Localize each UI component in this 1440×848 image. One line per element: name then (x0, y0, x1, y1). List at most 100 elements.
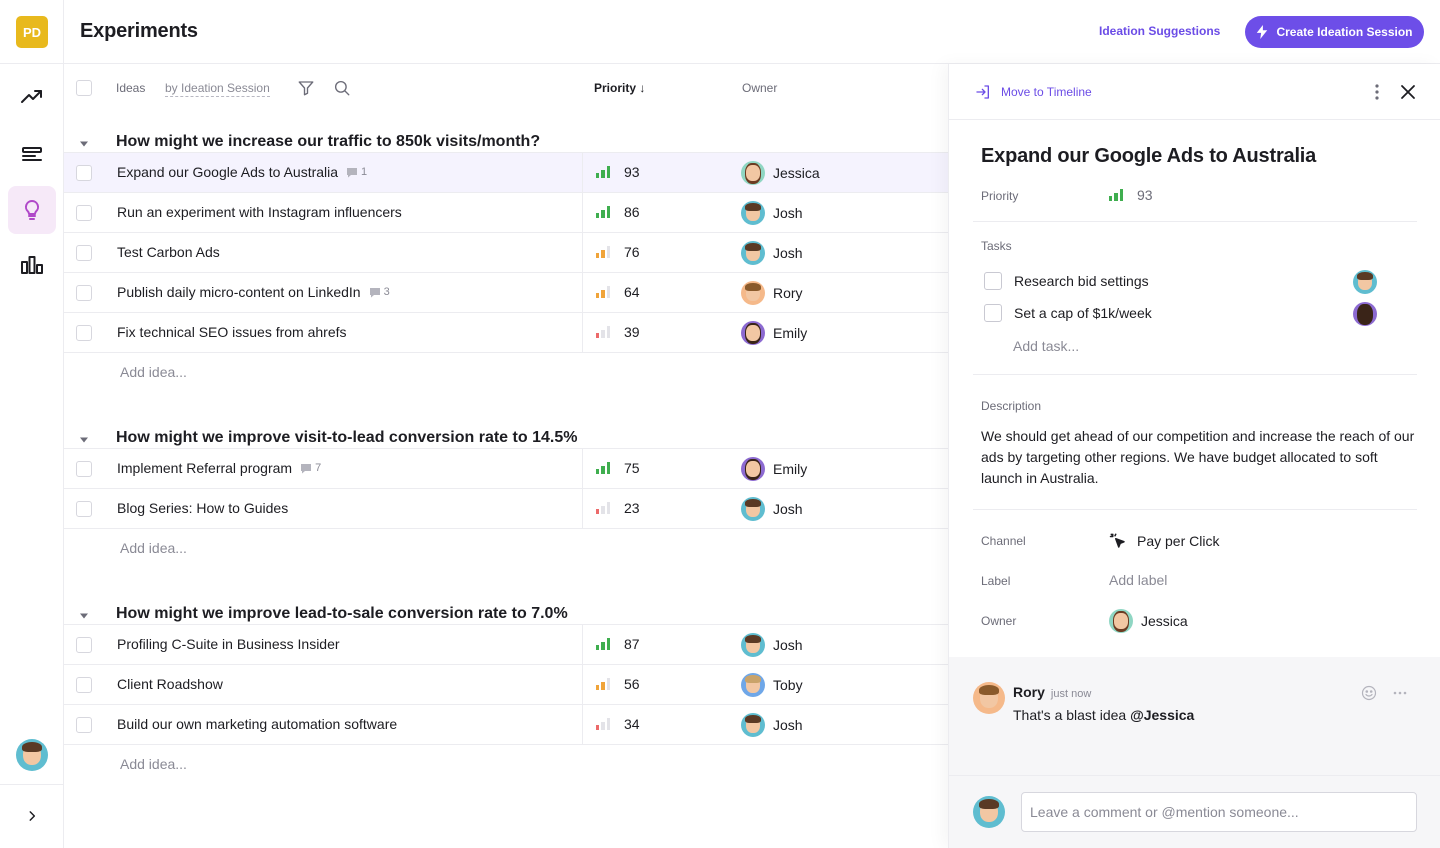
row-checkbox[interactable] (76, 205, 92, 221)
tasks-label: Tasks (981, 239, 1012, 253)
mention[interactable]: @Jessica (1130, 707, 1194, 723)
caret-down-icon[interactable] (79, 139, 89, 149)
idea-title[interactable]: Fix technical SEO issues from ahrefs (117, 324, 347, 340)
task-assignee-avatar[interactable] (1353, 270, 1377, 297)
column-priority-sort[interactable]: Priority ↓ (594, 81, 645, 95)
task-assignee-avatar[interactable] (1353, 302, 1377, 329)
expand-rail-button[interactable] (20, 804, 44, 828)
row-checkbox[interactable] (76, 165, 92, 181)
owner-cell[interactable]: Rory (741, 281, 803, 305)
nav-growth[interactable] (8, 73, 56, 121)
row-checkbox[interactable] (76, 501, 92, 517)
row-checkbox[interactable] (76, 677, 92, 693)
table-row[interactable]: Profiling C-Suite in Business Insider 87 J… (64, 624, 948, 665)
label-label: Label (981, 574, 1011, 588)
filter-icon[interactable] (297, 79, 315, 97)
column-ideas[interactable]: Ideas (116, 81, 145, 95)
table-row[interactable]: Blog Series: How to Guides 23 Josh (64, 488, 948, 529)
nav-roadmap[interactable] (8, 130, 56, 178)
panel-toolbar: Move to Timeline (949, 64, 1440, 120)
move-to-timeline-link[interactable]: Move to Timeline (975, 84, 1092, 100)
comment-time: just now (1050, 688, 1092, 700)
ideation-suggestions-link[interactable]: Ideation Suggestions (1099, 24, 1220, 38)
table-row[interactable]: Test Carbon Ads 76 Josh (64, 232, 948, 273)
emoji-icon[interactable] (1361, 685, 1377, 701)
comment-icon (301, 463, 312, 473)
owner-value[interactable]: Jessica (1109, 609, 1188, 633)
column-owner[interactable]: Owner (742, 81, 777, 95)
comment-count: 3 (369, 286, 390, 298)
ideas-table: Ideas by Ideation Session Priority ↓ Own… (64, 64, 948, 848)
row-checkbox[interactable] (76, 245, 92, 261)
kebab-icon[interactable] (1369, 83, 1385, 101)
row-checkbox[interactable] (76, 461, 92, 477)
group-title[interactable]: How might we improve lead-to-sale conver… (116, 605, 568, 623)
table-row[interactable]: Implement Referral program 7 75 Emily (64, 448, 948, 489)
add-label-field[interactable]: Add label (1109, 572, 1167, 588)
owner-cell[interactable]: Josh (741, 241, 803, 265)
priority-cell: 93 (596, 164, 640, 180)
channel-value[interactable]: Pay per Click (1109, 532, 1219, 550)
add-idea-input[interactable]: Add idea... (120, 540, 187, 556)
select-all-checkbox[interactable] (76, 80, 92, 96)
owner-cell[interactable]: Toby (741, 673, 803, 697)
idea-title[interactable]: Profiling C-Suite in Business Insider (117, 636, 340, 652)
idea-title[interactable]: Blog Series: How to Guides (117, 500, 288, 516)
comments-section: Rory just now That's a blast idea @Jessi… (949, 657, 1440, 848)
group-title[interactable]: How might we improve visit-to-lead conve… (116, 429, 577, 447)
caret-down-icon[interactable] (79, 435, 89, 445)
nav-ideas[interactable] (8, 186, 56, 234)
search-icon[interactable] (333, 79, 351, 97)
panel-idea-title[interactable]: Expand our Google Ads to Australia (981, 145, 1316, 168)
move-icon (976, 85, 989, 99)
current-user-avatar[interactable] (16, 739, 48, 774)
more-icon[interactable] (1392, 685, 1408, 701)
task-checkbox[interactable] (984, 304, 1002, 322)
priority-bars-icon (596, 718, 610, 730)
idea-title[interactable]: Publish daily micro-content on LinkedIn 3 (117, 284, 390, 300)
priority-cell: 23 (596, 500, 640, 516)
task-checkbox[interactable] (984, 272, 1002, 290)
table-header: Ideas by Ideation Session Priority ↓ Own… (64, 64, 948, 112)
idea-title[interactable]: Expand our Google Ads to Australia 1 (117, 164, 367, 180)
row-checkbox[interactable] (76, 637, 92, 653)
workspace-logo[interactable]: PD (16, 16, 48, 48)
idea-title[interactable]: Test Carbon Ads (117, 244, 220, 260)
row-checkbox[interactable] (76, 717, 92, 733)
roadmap-icon (22, 147, 42, 161)
row-checkbox[interactable] (76, 285, 92, 301)
idea-title[interactable]: Implement Referral program 7 (117, 460, 321, 476)
idea-title[interactable]: Build our own marketing automation softw… (117, 716, 397, 732)
comment-input[interactable] (1021, 792, 1417, 832)
description-text[interactable]: We should get ahead of our competition a… (981, 426, 1421, 489)
owner-cell[interactable]: Josh (741, 713, 803, 737)
table-row[interactable]: Build our own marketing automation softw… (64, 704, 948, 745)
add-task-input[interactable]: Add task... (1013, 338, 1079, 354)
table-row[interactable]: Client Roadshow 56 Toby (64, 664, 948, 705)
group-title[interactable]: How might we increase our traffic to 850… (116, 133, 540, 151)
owner-cell[interactable]: Emily (741, 321, 807, 345)
table-row[interactable]: Publish daily micro-content on LinkedIn 3… (64, 272, 948, 313)
nav-analytics[interactable] (8, 241, 56, 289)
row-checkbox[interactable] (76, 325, 92, 341)
owner-cell[interactable]: Emily (741, 457, 807, 481)
owner-cell[interactable]: Jessica (741, 161, 820, 185)
bar-chart-icon (21, 256, 43, 274)
owner-cell[interactable]: Josh (741, 201, 803, 225)
caret-down-icon[interactable] (79, 611, 89, 621)
owner-cell[interactable]: Josh (741, 497, 803, 521)
priority-cell: 76 (596, 244, 640, 260)
owner-cell[interactable]: Josh (741, 633, 803, 657)
add-idea-input[interactable]: Add idea... (120, 364, 187, 380)
idea-title[interactable]: Client Roadshow (117, 676, 223, 692)
close-icon[interactable] (1399, 83, 1417, 101)
group-by-selector[interactable]: by Ideation Session (165, 81, 270, 97)
owner-label: Owner (981, 614, 1017, 628)
table-row[interactable]: Expand our Google Ads to Australia 1 93 Jes… (64, 152, 948, 193)
create-ideation-session-button[interactable]: Create Ideation Session (1245, 16, 1424, 48)
add-idea-input[interactable]: Add idea... (120, 756, 187, 772)
table-row[interactable]: Run an experiment with Instagram influen… (64, 192, 948, 233)
table-row[interactable]: Fix technical SEO issues from ahrefs 39 Em… (64, 312, 948, 353)
idea-title[interactable]: Run an experiment with Instagram influen… (117, 204, 402, 220)
priority-cell: 34 (596, 716, 640, 732)
